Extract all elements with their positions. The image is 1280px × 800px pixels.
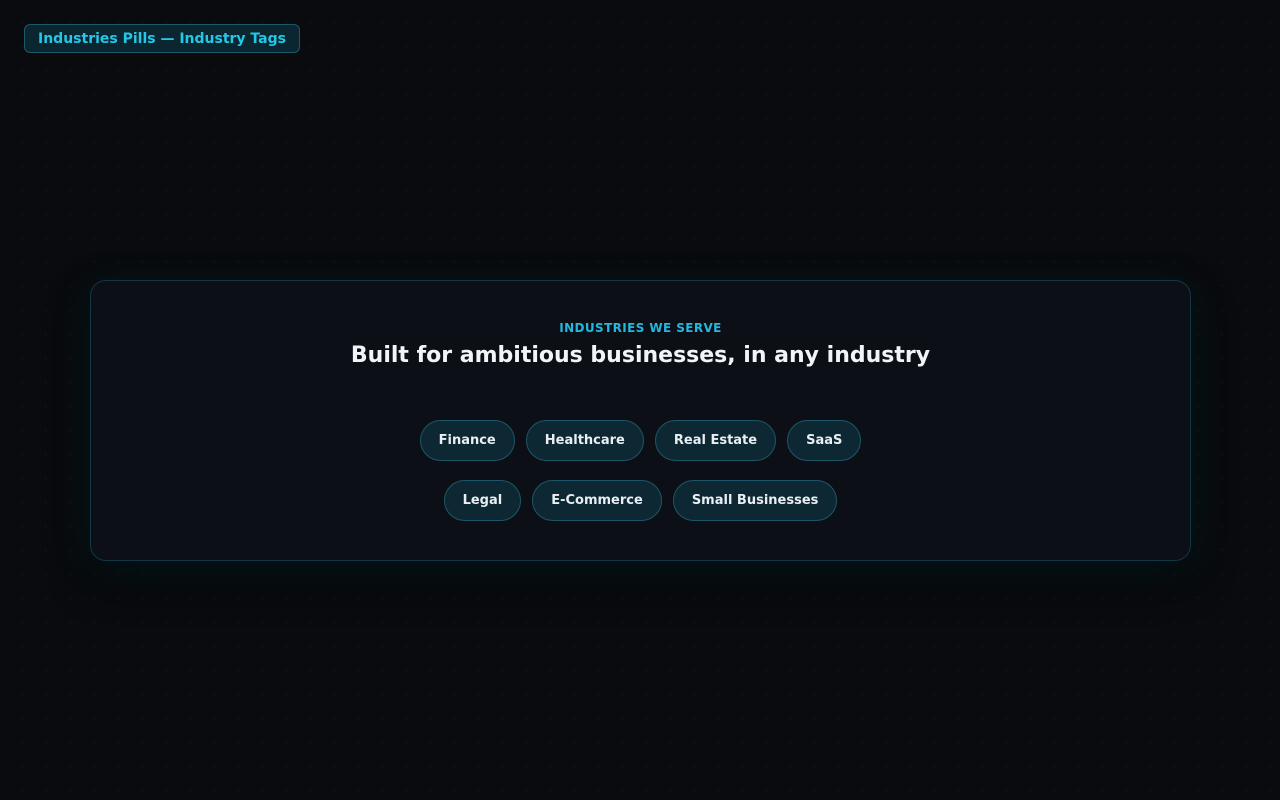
industry-pills-row-1: Finance Healthcare Real Estate SaaS — [91, 420, 1190, 461]
industry-pill-e-commerce[interactable]: E-Commerce — [532, 480, 662, 521]
section-eyebrow: INDUSTRIES WE SERVE — [559, 321, 722, 335]
industry-pill-finance[interactable]: Finance — [419, 420, 515, 461]
section-headline: Built for ambitious businesses, in any i… — [350, 343, 931, 368]
industry-pills-row-2: Legal E-Commerce Small Businesses — [91, 480, 1190, 521]
industry-pill-small-businesses[interactable]: Small Businesses — [672, 480, 838, 521]
industry-pill-legal[interactable]: Legal — [443, 480, 522, 521]
industry-pill-saas[interactable]: SaaS — [787, 420, 862, 461]
industry-tags-badge: Industries Pills — Industry Tags — [24, 24, 300, 53]
industry-pill-real-estate[interactable]: Real Estate — [654, 420, 777, 461]
industries-card: INDUSTRIES WE SERVE Built for ambitious … — [90, 280, 1191, 561]
industry-pill-healthcare[interactable]: Healthcare — [525, 420, 644, 461]
